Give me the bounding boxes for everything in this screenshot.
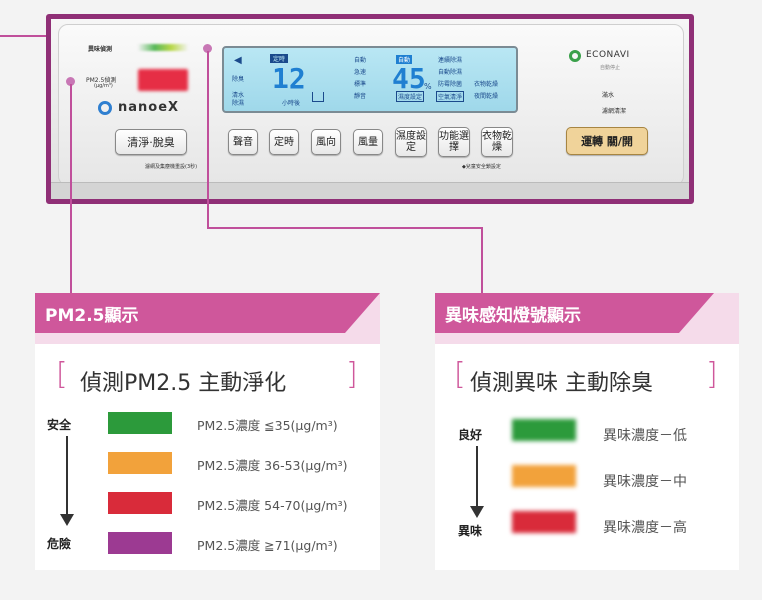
odor-legend-title: 異味感知燈號顯示 (445, 305, 581, 326)
function-label-2: 自動除濕 (438, 69, 463, 76)
clean-deodorize-button[interactable]: 清淨‧脫臭 (115, 129, 187, 155)
sound-button[interactable]: 聲音 (228, 129, 258, 155)
odor-bad-label: 異味 (458, 524, 483, 538)
speaker-icon: ◀ (234, 55, 242, 66)
econavi-icon (569, 50, 581, 62)
callout-line-top (0, 35, 48, 37)
lcd-left-label-3: 除濕 (232, 100, 245, 107)
pm25-swatch-green (108, 412, 172, 434)
tank-icon (312, 92, 324, 102)
pm25-legend-title: PM2.5顯示 (45, 305, 139, 326)
odor-header-slant (679, 293, 714, 333)
odor-sensor-label: 異味偵測 (88, 46, 113, 53)
odor-arrow-shaft (476, 446, 478, 508)
function-label-1: 連續除濕 (438, 57, 463, 64)
direction-button[interactable]: 風向 (311, 129, 341, 155)
hours-label: 小時後 (282, 100, 301, 107)
pm25-arrow-head-icon (60, 514, 74, 526)
odor-swatch-orange (512, 465, 576, 487)
buttons-note: ◆兒童安全鎖設定 (462, 164, 501, 170)
odor-good-label: 良好 (458, 428, 483, 442)
mode-label-fast: 急速 (354, 69, 367, 76)
odor-level-2: 異味濃度－中 (603, 474, 687, 490)
clean-button-note: 濾網及集塵機重設(3秒) (145, 164, 198, 170)
pm25-legend-header: PM2.5顯示 (35, 293, 345, 333)
odor-connector-horizontal (207, 227, 483, 229)
odor-arrow-head-icon (470, 506, 484, 518)
pm25-unit: (μg/m³) (94, 83, 113, 89)
fan-speed-button[interactable]: 風量 (353, 129, 383, 155)
top-mode-label: 自動 (396, 55, 413, 64)
odor-swatch-red (512, 511, 576, 533)
lcd-left-label-1: 除臭 (232, 76, 245, 83)
pm25-bracket-left: [ (56, 357, 68, 392)
function-select-button[interactable]: 功能選擇 (438, 127, 470, 157)
econavi-label: ECONAVI (586, 50, 630, 60)
odor-tagline: 偵測異味 主動除臭 (470, 371, 653, 396)
odor-swatch-green (512, 419, 576, 441)
odor-bracket-right: ] (706, 357, 718, 392)
pm25-level-2: PM2.5濃度 36-53(μg/m³) (197, 458, 348, 473)
clothes-dry-button[interactable]: 衣物乾燥 (481, 127, 513, 157)
mode-label-standard: 標準 (354, 81, 367, 88)
function-label-6: 空氣清淨 (436, 91, 465, 102)
pm25-arrow-shaft (66, 436, 68, 516)
pm25-connector (70, 84, 72, 294)
odor-level-3: 異味濃度－高 (603, 520, 687, 536)
pm25-header-slant (345, 293, 380, 333)
timer-digits: 12 (272, 62, 306, 95)
pm25-tagline: 偵測PM2.5 主動淨化 (80, 371, 287, 396)
brand-logo: nanoeX (118, 100, 180, 115)
odor-connector-vertical (207, 51, 209, 229)
full-water-indicator: 滿水 (602, 92, 615, 99)
pm25-level-4: PM2.5濃度 ≧71(μg/m³) (197, 538, 338, 553)
pm25-swatch-red (108, 492, 172, 514)
pm25-danger-label: 危險 (47, 537, 72, 551)
power-button[interactable]: 運轉 關/開 (566, 127, 648, 155)
econavi-sub: 自動停止 (600, 65, 621, 71)
humidity-percent: % (424, 82, 432, 91)
pm25-safe-label: 安全 (47, 418, 72, 432)
humidity-setting-button[interactable]: 濕度設定 (395, 127, 427, 157)
function-label-7: 夜間乾燥 (474, 93, 499, 100)
mode-label-quiet: 靜音 (354, 93, 367, 100)
odor-connector-down (481, 227, 483, 293)
pm25-sensor-light (138, 69, 188, 91)
pm25-bracket-right: ] (346, 357, 358, 392)
panel-base (51, 182, 689, 199)
function-label-5: 濕度設定 (396, 91, 425, 102)
odor-level-1: 異味濃度－低 (603, 428, 687, 444)
pm25-swatch-orange (108, 452, 172, 474)
odor-sensor-light (138, 44, 188, 51)
timer-button[interactable]: 定時 (269, 129, 299, 155)
function-label-3: 防霉除菌 (438, 81, 463, 88)
pm25-level-3: PM2.5濃度 54-70(μg/m³) (197, 498, 348, 513)
function-label-4: 衣物乾燥 (474, 81, 499, 88)
odor-legend-header: 異味感知燈號顯示 (435, 293, 679, 333)
filter-clean-indicator: 濾網清潔 (602, 108, 627, 115)
mode-label-auto: 自動 (354, 57, 367, 64)
nanoex-logo-icon (98, 101, 112, 115)
pm25-swatch-purple (108, 532, 172, 554)
pm25-level-1: PM2.5濃度 ≦35(μg/m³) (197, 418, 338, 433)
odor-bracket-left: [ (454, 357, 466, 392)
